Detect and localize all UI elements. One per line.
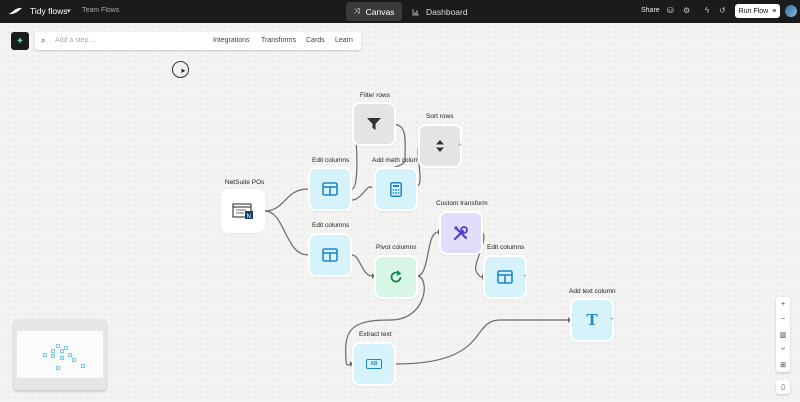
toolbar-integrations[interactable]: Integrations [213,37,250,44]
step-search-bar[interactable]: ⌕ Add a step ... Integrations Transforms… [35,32,361,50]
node-custom-transform[interactable] [441,213,481,253]
node-label: Extract text [359,331,392,338]
toolbar-cards[interactable]: Cards [306,37,325,44]
tools-icon [453,226,468,241]
node-label: Edit columns [487,244,525,251]
node-label: NetSuite POs [225,179,265,186]
map-icon[interactable]: ▥ [776,327,790,342]
search-icon: ⌕ [41,36,46,45]
minimap-node [68,353,72,357]
search-input[interactable]: Add a step ... [55,37,96,44]
node-label: Pivot columns [376,244,417,251]
node-add-math-column[interactable] [376,169,416,209]
node-pivot-columns[interactable] [376,257,416,297]
node-label: Custom transform [436,200,488,207]
mouse-cursor: ➤ [172,61,189,78]
text-icon: T [586,310,598,329]
node-extract-text[interactable]: AB [354,344,394,384]
columns-icon [322,248,338,262]
toolbar-transforms[interactable]: Transforms [261,37,296,44]
node-label: Edit columns [312,222,350,229]
pointer-icon: ➤ [180,68,186,75]
zoom-out-button[interactable]: − [776,312,790,327]
sort-icon [436,140,444,152]
minimap-node [64,346,68,350]
minimap-viewport[interactable] [17,331,103,378]
node-add-text-column[interactable]: T [572,300,612,340]
columns-icon [322,182,338,196]
add-step-button[interactable]: ✦ [11,32,29,50]
sparkle-plus-icon: ✦ [15,35,25,47]
add-step-plus-icon[interactable]: + [458,142,462,149]
node-label: Add math column [372,157,423,164]
grid-icon[interactable]: ⊞ [776,357,790,372]
filter-icon [367,118,381,130]
minimap-node [51,354,55,358]
node-edit-columns-1[interactable] [310,169,350,209]
zoom-controls: + − ▥ ⑂ ⊞ [776,297,790,372]
node-label: Add text column [569,288,616,295]
minimap-node [56,344,60,348]
help-book-icon[interactable]: ▯ [776,380,790,394]
columns-icon [497,270,513,284]
netsuite-icon: N [232,203,253,220]
minimap-node [56,366,60,370]
node-label: Edit columns [312,157,350,164]
node-sort-rows[interactable] [420,126,460,166]
node-edit-columns-2[interactable] [310,235,350,275]
node-label: Sort rows [426,113,454,120]
add-step-plus-icon[interactable]: + [523,273,527,280]
node-edit-columns-3[interactable] [485,257,525,297]
minimap-node [43,353,47,357]
add-step-plus-icon[interactable]: + [610,316,614,323]
minimap[interactable] [14,320,106,390]
zoom-in-button[interactable]: + [776,297,790,312]
calculator-icon [390,181,402,197]
extract-text-icon: AB [366,359,382,369]
minimap-node [72,358,76,362]
svg-text:N: N [247,214,251,220]
node-label: Filter rows [360,92,390,99]
layout-tree-icon[interactable]: ⑂ [776,342,790,357]
minimap-node [60,356,64,360]
node-netsuite-pos[interactable]: N [223,191,263,231]
minimap-node [81,364,85,368]
minimap-node [51,349,55,353]
toolbar-learn[interactable]: Learn [335,37,353,44]
node-filter-rows[interactable] [354,104,394,144]
refresh-icon [390,270,402,283]
